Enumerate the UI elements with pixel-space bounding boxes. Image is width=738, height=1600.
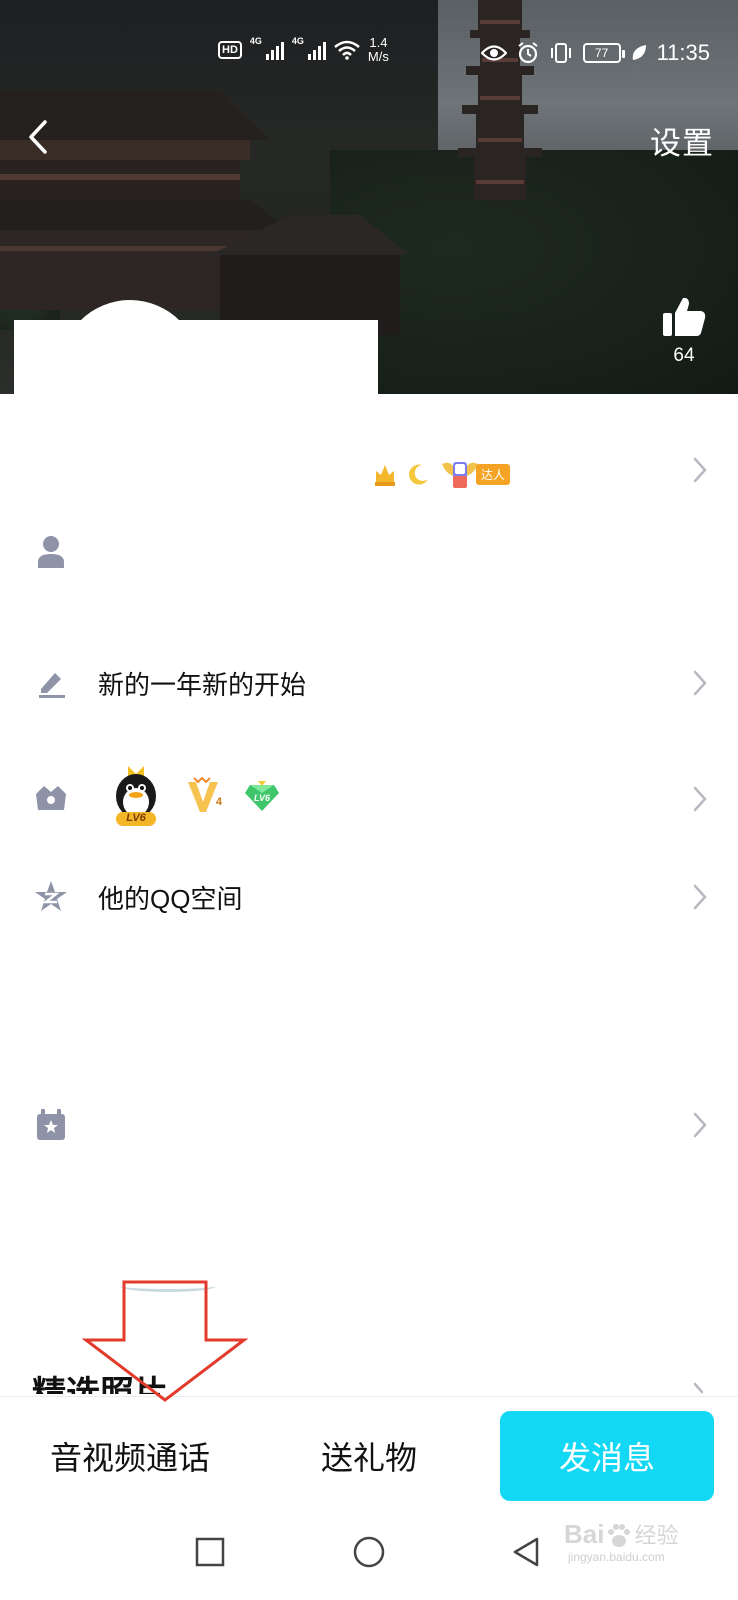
home-button[interactable] bbox=[345, 1528, 393, 1576]
chevron-right-icon bbox=[693, 457, 707, 483]
watermark-brand-cn: 经验 bbox=[634, 1523, 679, 1548]
penguin-level-label: LV6 bbox=[126, 812, 146, 824]
settings-button[interactable]: 设置 bbox=[650, 118, 714, 163]
qzone-star-icon bbox=[34, 880, 68, 914]
favorites-row[interactable] bbox=[0, 1102, 738, 1148]
send-message-button[interactable]: 发消息 bbox=[500, 1411, 714, 1501]
crown-badge-icon bbox=[375, 465, 395, 486]
back-button[interactable] bbox=[18, 112, 58, 162]
chevron-right-icon bbox=[693, 1112, 707, 1138]
alarm-icon bbox=[517, 42, 538, 64]
profile-info-row[interactable] bbox=[0, 530, 738, 574]
diamond-level-label: LV6 bbox=[253, 793, 270, 803]
expert-badge: 达人 bbox=[440, 458, 511, 490]
qzone-text: 他的QQ空间 bbox=[98, 883, 243, 914]
profile-name-area bbox=[14, 320, 378, 394]
vibrate-icon bbox=[550, 43, 571, 63]
network-type-2: 4G bbox=[291, 36, 304, 46]
profile-badges: 达人 bbox=[374, 458, 511, 490]
recent-apps-button[interactable] bbox=[186, 1528, 234, 1576]
speed-unit: M/s bbox=[367, 49, 389, 64]
vip-level-label: 4 bbox=[215, 796, 222, 808]
speed-value: 1.4 bbox=[369, 35, 388, 50]
chevron-right-icon bbox=[693, 786, 707, 812]
chevron-right-icon bbox=[693, 670, 707, 696]
person-icon bbox=[34, 534, 68, 568]
clock-time: 11:35 bbox=[656, 40, 710, 65]
eye-icon bbox=[480, 45, 507, 61]
thumbs-up-icon bbox=[663, 297, 706, 336]
profile-badges-row[interactable] bbox=[0, 450, 738, 490]
cover-hall bbox=[210, 215, 410, 335]
penguin-level-badge: LV6 bbox=[110, 762, 162, 830]
qzone-row[interactable]: 他的QQ空间 bbox=[0, 874, 738, 920]
signature-text: 新的一年新的开始 bbox=[98, 669, 307, 700]
star-calendar-icon bbox=[34, 1108, 68, 1142]
paw-icon bbox=[608, 1524, 631, 1547]
signal-icon bbox=[265, 40, 284, 60]
square-icon bbox=[195, 1537, 225, 1567]
wifi-icon bbox=[334, 40, 360, 60]
bottom-action-bar: 音视频通话 送礼物 发消息 bbox=[0, 1396, 738, 1506]
network-type-1: 4G bbox=[249, 36, 262, 46]
chevron-left-icon bbox=[29, 120, 47, 154]
hd-indicator: HD bbox=[218, 41, 242, 59]
signature-row[interactable]: 新的一年新的开始 bbox=[0, 660, 738, 706]
network-speed: 1.4 M/s bbox=[368, 36, 389, 64]
expert-label: 达人 bbox=[476, 463, 511, 485]
watermark-brand: Bai bbox=[564, 1519, 605, 1549]
status-bar: HD 4G 4G 1.4 M/s 77 11:35 bbox=[0, 30, 738, 76]
triangle-back-icon bbox=[513, 1537, 539, 1567]
like-button[interactable]: 64 bbox=[652, 296, 716, 367]
chevron-right-icon bbox=[693, 884, 707, 910]
winged-badge-icon bbox=[442, 462, 478, 488]
battery-indicator: 77 bbox=[582, 43, 625, 63]
pencil-icon bbox=[34, 666, 68, 700]
annotation-arrow-icon bbox=[82, 1280, 248, 1402]
vip-badges: LV6 4 LV6 bbox=[110, 762, 280, 830]
crown-icon bbox=[34, 780, 68, 814]
leaf-icon bbox=[632, 45, 646, 60]
signal-icon-2 bbox=[307, 40, 326, 60]
nav-back-button[interactable] bbox=[502, 1528, 550, 1576]
status-left: HD 4G 4G 1.4 M/s bbox=[218, 36, 389, 64]
moon-badge-icon bbox=[409, 464, 428, 485]
baidu-watermark: Bai 经验 jingyan.baidu.com bbox=[564, 1518, 714, 1582]
status-right: 77 11:35 bbox=[480, 40, 710, 66]
chevron-right-icon bbox=[693, 1382, 704, 1394]
vip-level-badge: 4 bbox=[186, 776, 222, 816]
diamond-level-badge: LV6 bbox=[244, 779, 280, 813]
circle-icon bbox=[353, 1536, 385, 1568]
like-count: 64 bbox=[673, 345, 695, 366]
send-gift-button[interactable]: 送礼物 bbox=[266, 1411, 472, 1501]
watermark-url: jingyan.baidu.com bbox=[568, 1550, 665, 1564]
video-call-button[interactable]: 音视频通话 bbox=[26, 1411, 234, 1501]
